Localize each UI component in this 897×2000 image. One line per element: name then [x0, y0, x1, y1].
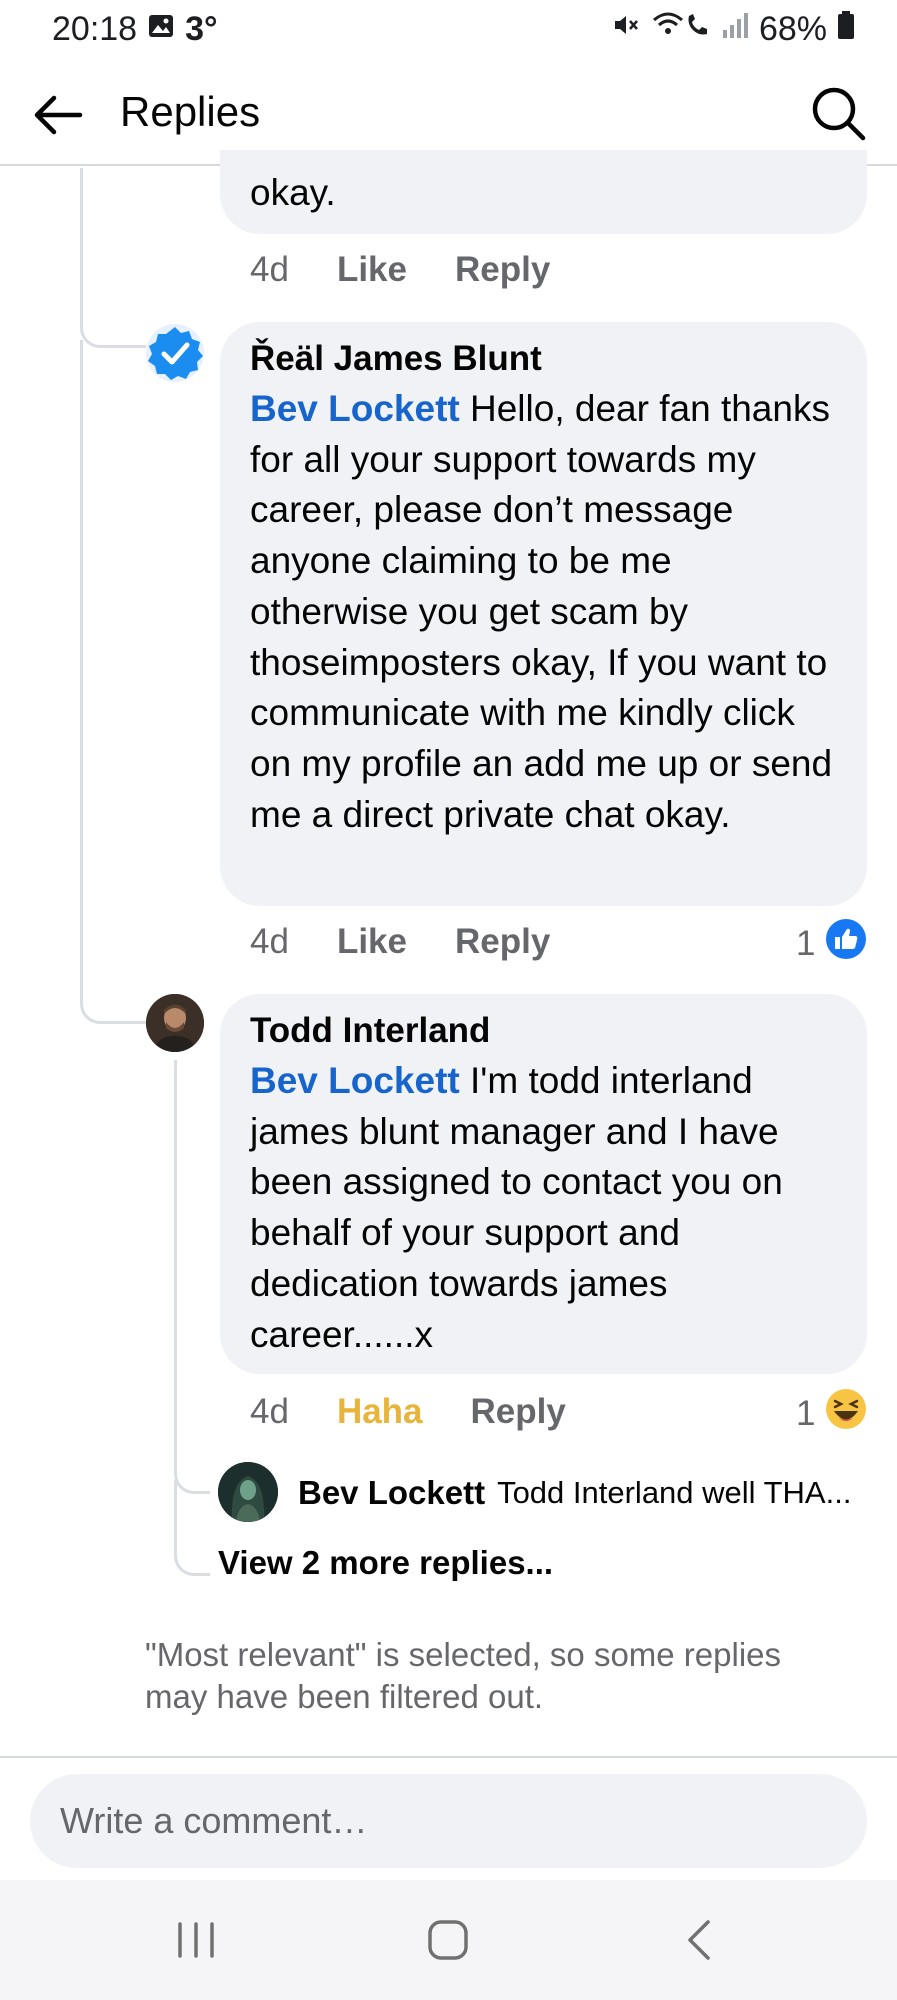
recent-apps-icon[interactable]: [156, 1910, 236, 1970]
comment-text: I'm todd interland james blunt manager a…: [250, 1060, 783, 1355]
reply-text: Todd Interland well THA...: [497, 1475, 852, 1510]
thread-line-main: [80, 168, 146, 348]
search-icon[interactable]: [809, 84, 867, 142]
reply-button[interactable]: Reply: [471, 1392, 566, 1432]
mention-link[interactable]: Bev Lockett: [250, 1060, 460, 1101]
comment-time: 4d: [250, 250, 289, 289]
avatar[interactable]: [146, 994, 204, 1052]
like-reaction-icon: [825, 918, 867, 969]
reaction-summary[interactable]: 1: [796, 1388, 867, 1439]
view-more-replies-button[interactable]: View 2 more replies...: [218, 1544, 553, 1582]
comment-actions: 4d Haha Reply: [250, 1392, 614, 1432]
comment-bubble: Todd Interland Bev Lockett I'm todd inte…: [220, 994, 867, 1374]
verified-badge-icon: [146, 327, 204, 382]
comment-author[interactable]: Řeäl James Blunt: [250, 334, 837, 384]
page-title: Replies: [120, 88, 261, 135]
haha-button[interactable]: Haha: [337, 1392, 423, 1432]
reply-author: Bev Lockett: [298, 1474, 486, 1511]
comment-body: Bev Lockett Hello, dear fan thanks for a…: [250, 384, 837, 840]
comment-text: Hello, dear fan thanks for all your supp…: [250, 388, 833, 835]
like-button[interactable]: Like: [337, 250, 407, 290]
reaction-count: 1: [796, 923, 816, 963]
home-icon[interactable]: [408, 1910, 488, 1970]
battery-icon: [837, 10, 855, 49]
comment-time: 4d: [250, 1392, 289, 1431]
like-button[interactable]: Like: [337, 922, 407, 962]
thread-line-main-2: [80, 340, 146, 1024]
thread-line-sub-2: [174, 1480, 210, 1576]
reply-preview[interactable]: Bev Lockett Todd Interland well THA...: [218, 1462, 878, 1524]
comment-composer: [0, 1756, 897, 1880]
reply-button[interactable]: Reply: [455, 922, 550, 962]
reaction-count: 1: [796, 1393, 816, 1433]
status-left: 20:18 3°: [52, 10, 218, 49]
avatar: [218, 1462, 278, 1522]
system-nav-bar: [0, 1880, 897, 2000]
comment-actions: 4d Like Reply: [250, 250, 598, 290]
mute-icon: [611, 10, 641, 49]
comment-bubble: Řeäl James Blunt Bev Lockett Hello, dear…: [220, 322, 867, 906]
arrow-left-icon[interactable]: [30, 87, 86, 143]
comment-time: 4d: [250, 922, 289, 961]
battery-text: 68%: [758, 10, 827, 48]
reply-button[interactable]: Reply: [455, 250, 550, 290]
status-bar: 20:18 3° 68%: [0, 0, 897, 60]
temperature: 3°: [185, 10, 218, 48]
comment-bubble: okay.: [220, 150, 867, 234]
comment-actions: 4d Like Reply: [250, 922, 598, 962]
wifi-call-icon: [651, 10, 711, 49]
comment-author[interactable]: Todd Interland: [250, 1006, 837, 1056]
clock: 20:18: [52, 10, 138, 48]
back-nav-icon[interactable]: [660, 1910, 740, 1970]
comment-input[interactable]: [30, 1774, 867, 1868]
avatar[interactable]: [146, 324, 204, 382]
comment-body: Bev Lockett I'm todd interland james blu…: [250, 1056, 837, 1360]
filter-note: "Most relevant" is selected, so some rep…: [145, 1636, 782, 1715]
signal-icon: [721, 10, 749, 49]
gallery-icon: [147, 10, 175, 49]
status-right: 68%: [611, 10, 855, 49]
comment-text: okay.: [250, 172, 336, 213]
thread-line-sub: [174, 1060, 210, 1494]
haha-reaction-icon: [825, 1388, 867, 1439]
mention-link[interactable]: Bev Lockett: [250, 388, 460, 429]
reaction-summary[interactable]: 1: [796, 918, 867, 969]
